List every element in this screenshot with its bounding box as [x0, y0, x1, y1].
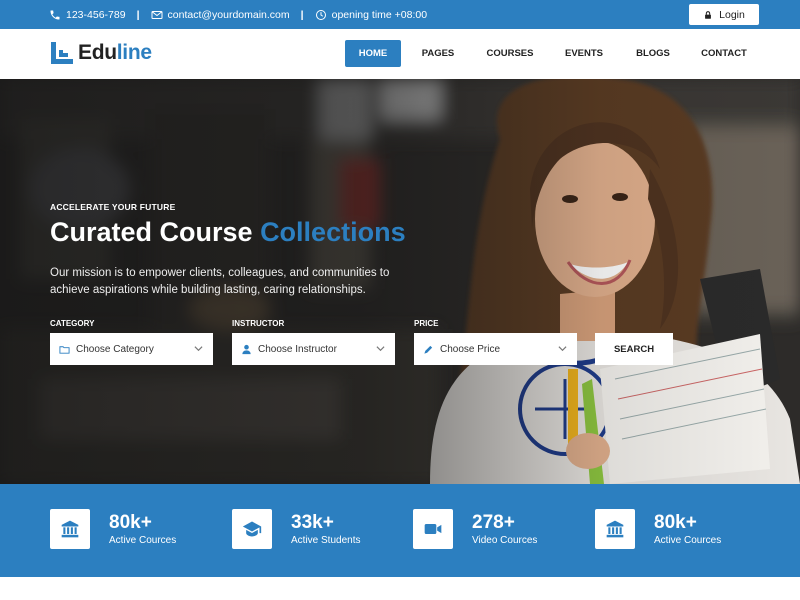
nav-item-blogs[interactable]: BLOGS: [625, 40, 681, 67]
main-menu: HOME PAGES COURSES EVENTS BLOGS CONTACT: [345, 40, 758, 67]
brand-name-prefix: Edu: [78, 41, 117, 64]
login-button[interactable]: Login: [689, 4, 759, 25]
chevron-down-icon: [194, 344, 203, 353]
stat-icon-box: [413, 509, 453, 549]
stat-icon-box: [595, 509, 635, 549]
instructor-select[interactable]: Choose Instructor: [232, 333, 395, 365]
nav-item-contact[interactable]: CONTACT: [690, 40, 758, 67]
pencil-icon: [423, 344, 434, 355]
stat-label: Active Cources: [654, 534, 722, 546]
stat-value: 80k+: [654, 511, 697, 533]
stat-icon-box: [50, 509, 90, 549]
institution-icon: [60, 519, 80, 539]
logo-mark-icon: [51, 42, 73, 64]
hero-headline-main: Curated Course: [50, 217, 253, 247]
stats-bar: 80k+ Active Cources 33k+ Active Students…: [0, 484, 800, 577]
instructor-label: INSTRUCTOR: [232, 319, 285, 328]
clock-icon: [315, 9, 327, 21]
main-navbar: Eduline HOME PAGES COURSES EVENTS BLOGS …: [0, 29, 800, 79]
phone-number: 123-456-789: [66, 8, 126, 21]
phone-icon: [49, 9, 61, 21]
category-label: CATEGORY: [50, 319, 95, 328]
phone-info: 123-456-789: [49, 9, 126, 21]
email-link[interactable]: contact@yourdomain.com: [168, 9, 290, 21]
email-info: contact@yourdomain.com: [151, 9, 290, 21]
hero-eyebrow: ACCELERATE YOUR FUTURE: [50, 202, 176, 212]
separator: |: [136, 8, 140, 21]
search-button[interactable]: SEARCH: [595, 333, 673, 365]
separator: |: [300, 8, 304, 21]
stat-item: 80k+ Active Cources: [595, 509, 721, 549]
site-logo[interactable]: Eduline: [51, 40, 152, 66]
stat-value: 33k+: [291, 511, 334, 533]
stat-item: 278+ Video Cources: [413, 509, 537, 549]
price-select[interactable]: Choose Price: [414, 333, 577, 365]
stat-label: Active Cources: [109, 534, 177, 546]
nav-item-home[interactable]: HOME: [345, 40, 401, 67]
stat-text: 278+ Video Cources: [472, 512, 537, 547]
institution-icon: [605, 519, 625, 539]
nav-item-pages[interactable]: PAGES: [410, 40, 466, 67]
nav-item-events[interactable]: EVENTS: [551, 40, 617, 67]
stat-text: 33k+ Active Students: [291, 512, 360, 547]
hero-mission-text: Our mission is to empower clients, colle…: [50, 267, 390, 296]
stat-item: 33k+ Active Students: [232, 509, 360, 549]
stat-label: Active Students: [291, 534, 361, 546]
user-icon: [241, 344, 252, 355]
stat-value: 80k+: [109, 511, 152, 533]
login-label: Login: [719, 8, 745, 21]
nav-item-courses[interactable]: COURSES: [473, 40, 547, 67]
contact-info: 123-456-789 | contact@yourdomain.com | o…: [49, 0, 427, 29]
instructor-value: Choose Instructor: [258, 343, 337, 355]
chevron-down-icon: [558, 344, 567, 353]
stat-value: 278+: [472, 511, 515, 533]
stat-text: 80k+ Active Cources: [109, 512, 176, 547]
chevron-down-icon: [376, 344, 385, 353]
stat-icon-box: [232, 509, 272, 549]
hero-headline: Curated Course Collections: [50, 217, 406, 248]
opening-hours: opening time +08:00: [331, 8, 428, 21]
folder-icon: [59, 344, 70, 355]
video-camera-icon: [423, 519, 443, 539]
top-bar: 123-456-789 | contact@yourdomain.com | o…: [0, 0, 800, 29]
lock-icon: [703, 10, 713, 20]
brand-name-suffix: line: [116, 41, 152, 64]
price-value: Choose Price: [440, 343, 501, 355]
stat-text: 80k+ Active Cources: [654, 512, 721, 547]
brand-name: Eduline: [78, 41, 152, 65]
hours-info: opening time +08:00: [315, 9, 427, 21]
category-select[interactable]: Choose Category: [50, 333, 213, 365]
graduation-cap-icon: [242, 519, 262, 539]
envelope-icon: [151, 9, 163, 21]
stat-label: Video Cources: [472, 534, 538, 546]
stat-item: 80k+ Active Cources: [50, 509, 176, 549]
hero-section: ACCELERATE YOUR FUTURE Curated Course Co…: [0, 79, 800, 484]
price-label: PRICE: [414, 319, 439, 328]
hero-headline-accent: Collections: [260, 217, 406, 247]
category-value: Choose Category: [76, 343, 154, 355]
